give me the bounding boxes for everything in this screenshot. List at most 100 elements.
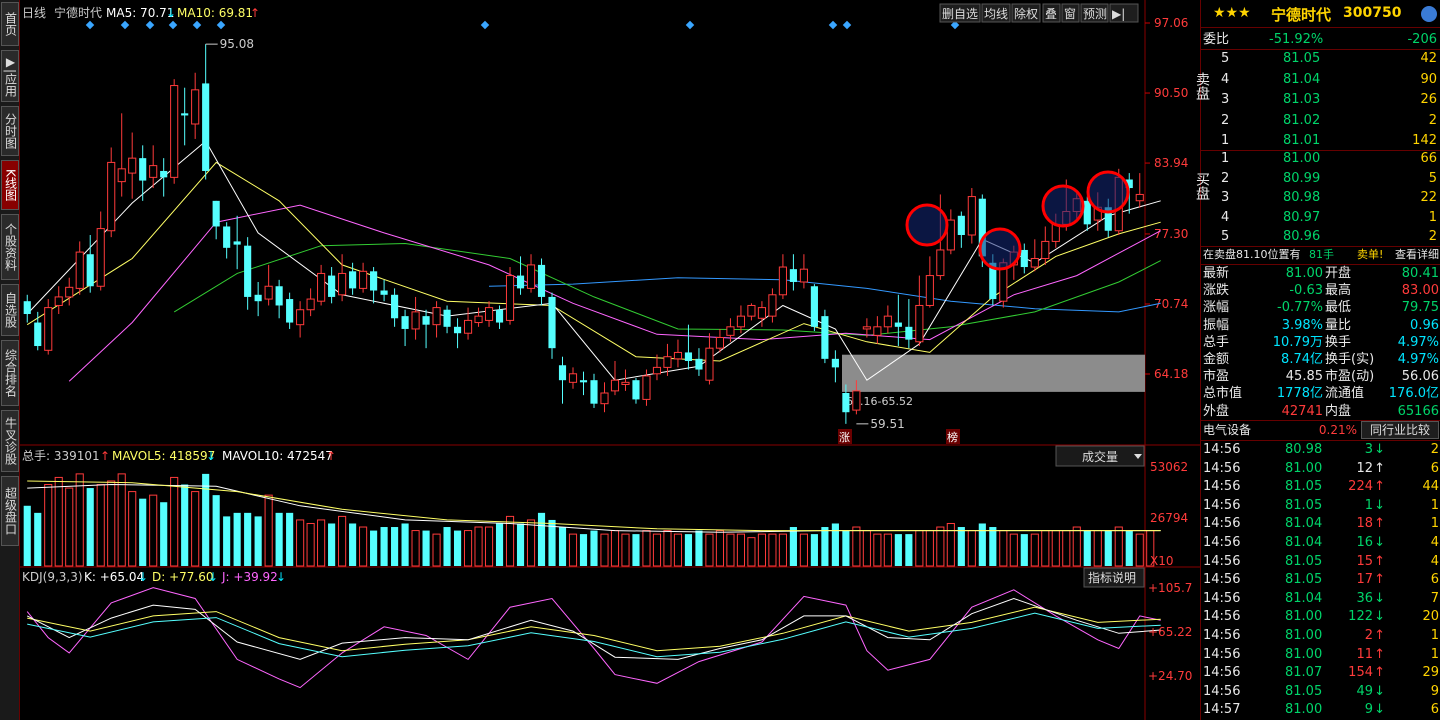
- tick-volume: 122: [1348, 609, 1373, 625]
- buy-level: 3: [1221, 190, 1230, 205]
- buy-row: 1 81.00 66: [1201, 150, 1440, 168]
- tick-row: 14:56 81.05 224 ↑ 44: [1201, 478, 1440, 496]
- event-tag[interactable]: 榜: [946, 429, 960, 444]
- buy-volume: 2: [1428, 229, 1437, 244]
- volume-bar: [181, 484, 189, 566]
- toolbar-button-5[interactable]: 预测: [1080, 3, 1109, 23]
- volume-bar: [484, 526, 494, 567]
- sidebar-tab-2[interactable]: 分时图: [1, 106, 19, 156]
- tick-time: 14:56: [1203, 609, 1241, 625]
- buy-row: 3 80.98 22: [1201, 189, 1440, 207]
- sidebar-tab-8[interactable]: 超级盘口: [1, 476, 19, 546]
- event-diamond[interactable]: [685, 20, 695, 30]
- tick-direction-icon: ↑: [1374, 665, 1385, 681]
- toolbar-button-4[interactable]: 窗: [1061, 3, 1080, 23]
- tick-price: 80.98: [1285, 442, 1323, 457]
- candle: [821, 309, 829, 364]
- volume-bar: [747, 537, 756, 567]
- toolbar-button-1[interactable]: 均线: [981, 3, 1011, 23]
- tick-volume: 154: [1348, 665, 1373, 681]
- sidebar-tab-1[interactable]: ▶|应用: [1, 50, 19, 102]
- candle: [831, 350, 839, 383]
- candle: [117, 113, 126, 197]
- event-diamond[interactable]: [480, 20, 490, 30]
- candle: [905, 299, 913, 349]
- volume-indicator-dropdown[interactable]: 成交量: [1055, 445, 1145, 467]
- tick-price: 81.00: [1285, 628, 1323, 643]
- toolbar-button-2[interactable]: 除权: [1011, 3, 1041, 23]
- event-diamond[interactable]: [216, 20, 226, 30]
- tick-row: 14:56 81.05 1 ↓ 1: [1201, 497, 1440, 515]
- svg-text:删自选: 删自选: [942, 7, 978, 21]
- event-diamond[interactable]: [168, 20, 178, 30]
- event-diamond[interactable]: [828, 20, 838, 30]
- candle: [391, 288, 399, 327]
- tick-price: 81.05: [1285, 683, 1323, 699]
- quote-panel: ★★★ 宁德时代 300750 委比 -51.92% -206 卖盘 买盘 5 81.05 42 4 8…: [1194, 0, 1440, 720]
- kdj-axis-label: +105.7: [1148, 581, 1192, 595]
- stat-value: 0.96: [1410, 317, 1439, 333]
- kline-chart[interactable]: 97.0690.5083.9477.3070.7464.1863.16-65.5…: [20, 0, 1200, 720]
- sell-price: 81.02: [1283, 112, 1321, 128]
- tick-time: 14:56: [1203, 535, 1241, 550]
- volume-bar: [443, 527, 451, 566]
- sidebar-tab-5[interactable]: 自选股: [1, 284, 19, 336]
- kdj-title: KDJ(9,3,3): [22, 570, 83, 584]
- sell-price: 81.03: [1283, 92, 1321, 107]
- toolbar-button-3[interactable]: 叠: [1042, 3, 1061, 23]
- stat-value: 83.00: [1401, 283, 1439, 299]
- sidebar-tab-6[interactable]: 综合排名: [1, 340, 19, 406]
- event-diamond[interactable]: [145, 20, 155, 30]
- stat-label: 市盈: [1203, 369, 1230, 385]
- stat-row: 金额 8.74亿 换手(实) 4.97%: [1201, 351, 1440, 369]
- kline-chart-area[interactable]: 97.06 90.50 83.94 77.30 70.74 64.18 63.16-65.5…: [20, 0, 1200, 720]
- stat-row: 涨幅 -0.77% 最低 79.75: [1201, 299, 1440, 317]
- volume-bar: [789, 527, 797, 566]
- event-diamond[interactable]: [192, 20, 202, 30]
- tick-direction-icon: ↓: [1374, 497, 1385, 513]
- volume-bar: [684, 534, 693, 566]
- order-alert-row: 在卖盘81.10位置有 81手 卖单! 查看详细: [1201, 246, 1440, 264]
- tick-direction-icon: ↓: [1374, 609, 1385, 625]
- weibi-value: -51.92%: [1269, 32, 1324, 47]
- candle: [684, 324, 693, 370]
- tick-direction-icon: ↑: [1374, 628, 1385, 643]
- candle: [610, 360, 620, 396]
- event-diamond[interactable]: [120, 20, 130, 30]
- toolbar-button-0[interactable]: 删自选: [939, 3, 981, 23]
- event-diamond[interactable]: [842, 20, 852, 30]
- highlight-circle: [1041, 184, 1085, 228]
- candle: [894, 294, 902, 347]
- candle: [181, 87, 189, 146]
- volume-bar: [54, 476, 63, 567]
- event-diamond[interactable]: [85, 20, 95, 30]
- candle: [317, 264, 326, 306]
- toolbar-button-6[interactable]: ▶|: [1109, 3, 1139, 23]
- volume-bar: [23, 505, 31, 566]
- tick-count: 1: [1430, 497, 1439, 513]
- tick-row: 14:56 81.05 17 ↑ 6: [1201, 571, 1440, 589]
- volume-bar: [244, 512, 252, 566]
- order-detail-link[interactable]: 查看详细: [1395, 246, 1439, 264]
- candle: [96, 211, 105, 291]
- sidebar-tab-4[interactable]: 个股资料: [1, 214, 19, 280]
- volume-bar: [202, 473, 210, 566]
- industry-compare-button[interactable]: 同行业比较: [1361, 421, 1439, 439]
- tick-price: 81.00: [1285, 460, 1323, 476]
- tick-time: 14:56: [1203, 497, 1241, 513]
- volume-bar: [1041, 530, 1050, 567]
- sidebar-tab-3[interactable]: K线图: [1, 160, 19, 210]
- ma5-arrow: ↓: [166, 6, 176, 20]
- sidebar-tab-0[interactable]: 首页: [1, 2, 19, 46]
- order-alert-action: 卖单!: [1357, 248, 1384, 261]
- globe-icon[interactable]: [1421, 6, 1437, 22]
- event-tag[interactable]: 涨: [838, 429, 852, 444]
- tick-volume: 49: [1356, 683, 1373, 699]
- volume-bar: [978, 523, 986, 566]
- indicator-help-button[interactable]: 指标说明: [1083, 567, 1145, 588]
- sidebar-tab-7[interactable]: 牛叉诊股: [1, 410, 19, 472]
- candle: [768, 288, 777, 323]
- candle: [128, 132, 137, 199]
- sell-row: 4 81.04 90: [1201, 71, 1440, 89]
- stat-row: 外盘 42741 内盘 65166: [1201, 403, 1440, 421]
